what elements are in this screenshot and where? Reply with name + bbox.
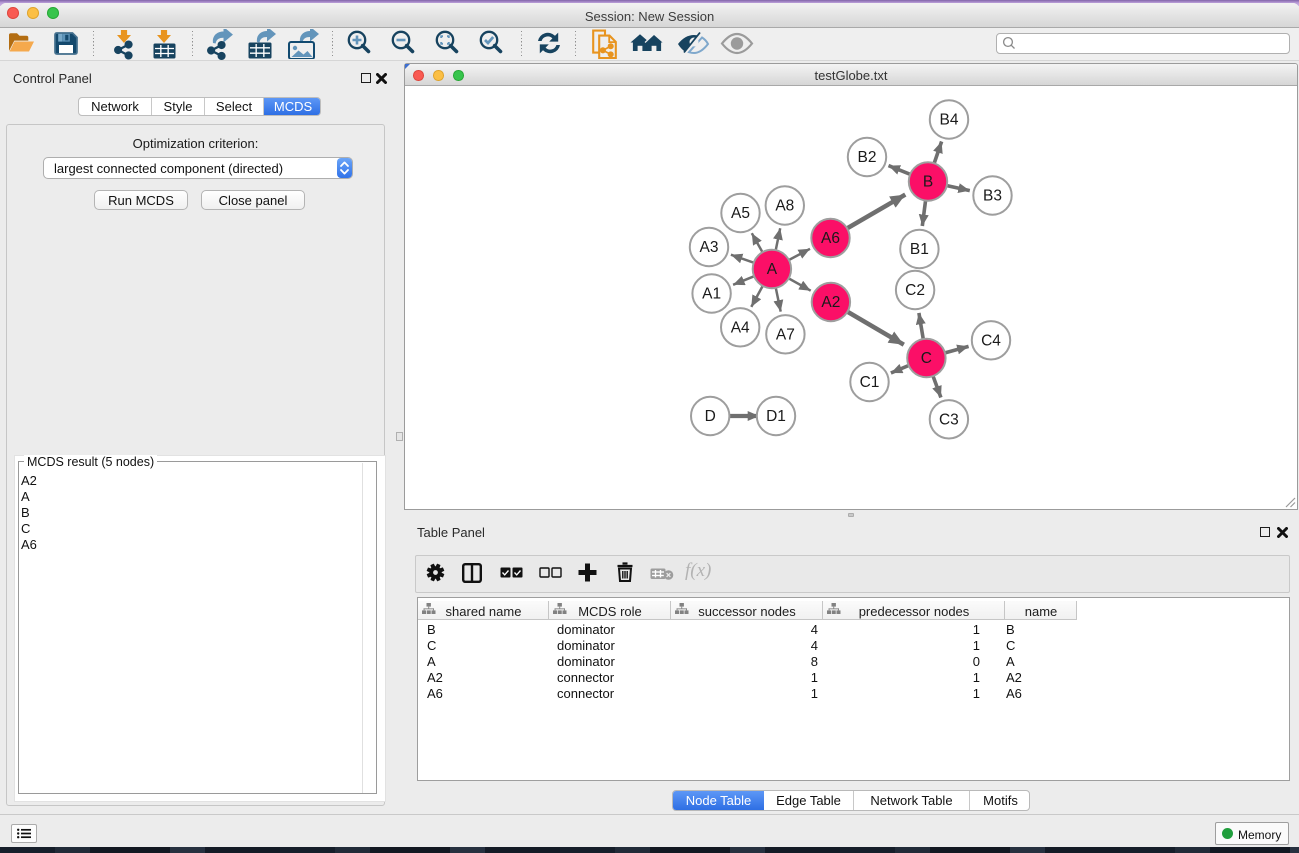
svg-text:A6: A6 xyxy=(821,230,840,247)
svg-text:B3: B3 xyxy=(983,188,1002,205)
svg-text:A5: A5 xyxy=(731,205,750,222)
svg-text:B: B xyxy=(923,174,933,191)
svg-text:A1: A1 xyxy=(702,286,721,303)
svg-text:A3: A3 xyxy=(700,239,719,256)
svg-text:C2: C2 xyxy=(905,282,925,299)
svg-text:A2: A2 xyxy=(821,294,840,311)
svg-text:B2: B2 xyxy=(858,149,877,166)
svg-text:C3: C3 xyxy=(939,412,959,429)
svg-text:D1: D1 xyxy=(766,408,786,425)
svg-text:C: C xyxy=(921,350,932,367)
svg-text:A8: A8 xyxy=(775,198,794,215)
svg-text:B4: B4 xyxy=(940,112,959,129)
svg-text:D: D xyxy=(705,408,716,425)
svg-text:A7: A7 xyxy=(776,327,795,344)
svg-text:A: A xyxy=(767,261,778,278)
svg-text:C4: C4 xyxy=(981,333,1001,350)
svg-text:B1: B1 xyxy=(910,241,929,258)
svg-text:C1: C1 xyxy=(860,374,880,391)
svg-text:A4: A4 xyxy=(731,320,750,337)
